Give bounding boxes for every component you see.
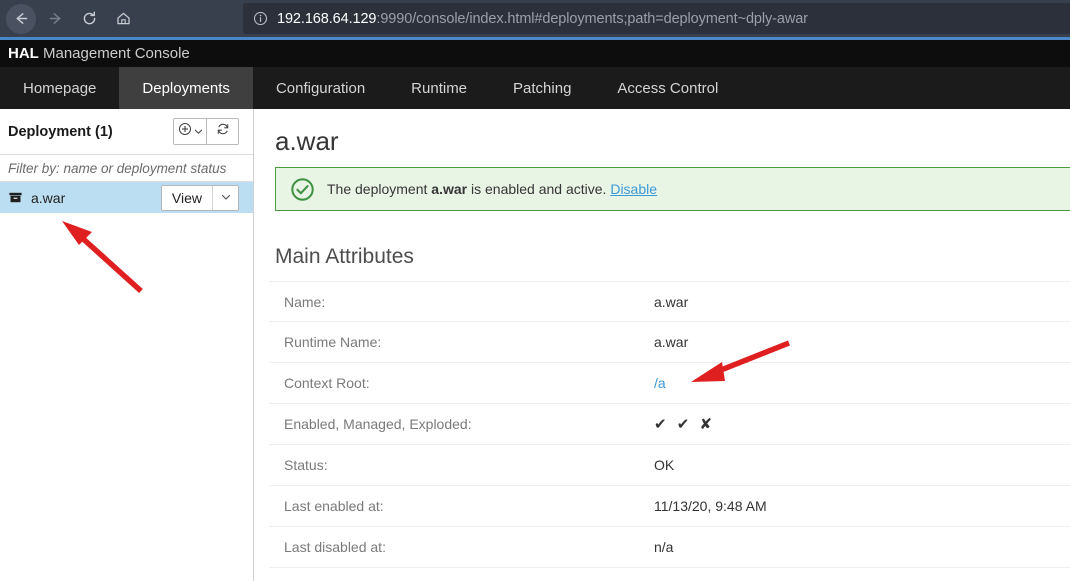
app-title-rest: Management Console [38,45,190,62]
section-title: Main Attributes [275,245,414,268]
view-deployment-button[interactable]: View [161,186,212,210]
attr-value-name: a.war [654,293,689,310]
table-row: Last disabled at: n/a [269,527,1070,568]
deployment-list-item[interactable]: a.war View [0,182,253,213]
attr-label-name: Name: [284,293,326,310]
tab-homepage[interactable]: Homepage [0,67,119,109]
attr-label-status: Status: [284,457,328,473]
app-header: HAL Management Console [0,40,1070,67]
back-arrow-icon [13,10,30,27]
deployment-sidebar: Deployment (1) a.war Vie [0,109,254,581]
page-title: a.war [275,126,339,156]
table-row: Runtime Name: a.war [269,322,1070,363]
reload-icon [81,10,98,27]
sidebar-toolbar [173,118,239,145]
deployment-item-actions: View [160,185,239,211]
sidebar-header: Deployment (1) [0,109,253,155]
tab-configuration[interactable]: Configuration [253,67,388,109]
forward-arrow-icon [47,10,64,27]
attr-value-runtime-name: a.war [654,334,689,350]
table-row: Last enabled at: 11/13/20, 9:48 AM [269,486,1070,527]
archive-box-icon [6,190,24,205]
tab-patching[interactable]: Patching [490,67,594,109]
filter-input[interactable] [6,159,253,177]
alert-deployment-name: a.war [431,181,468,197]
url-path: :9990/console/index.html#deployments;pat… [376,10,808,27]
attr-value-status: OK [654,457,675,473]
view-dropdown-button[interactable] [212,186,238,210]
back-button[interactable] [6,3,36,34]
table-row: Context Root: /a [269,363,1070,404]
deployment-filter[interactable] [0,155,253,182]
attr-label-enabled-managed-exploded: Enabled, Managed, Exploded: [284,416,472,432]
table-row: Enabled, Managed, Exploded: ✔ ✔ ✘ [269,404,1070,445]
url-host: 192.168.64.129 [277,10,377,27]
context-root-value[interactable]: /a [654,375,666,391]
attr-value-enabled-managed-exploded: ✔ ✔ ✘ [654,416,716,433]
attr-label-last-enabled-at: Last enabled at: [284,498,384,514]
check-circle-icon [290,177,315,202]
attr-label-context-root: Context Root: [284,375,370,391]
address-bar[interactable]: 192.168.64.129:9990/console/index.html#d… [243,3,1070,34]
browser-toolbar: 192.168.64.129:9990/console/index.html#d… [0,0,1070,37]
alert-text-after: is enabled and active. [467,181,611,197]
deployment-item-label: a.war [31,189,66,206]
deployment-detail-panel: a.war The deployment a.war is enabled an… [255,109,1070,581]
attr-label-last-disabled-at: Last disabled at: [284,539,386,555]
app-brand: HAL [8,45,39,62]
table-row: Name: a.war [269,281,1070,322]
app-title: HAL Management Console [8,45,190,62]
table-row: Status: OK [269,445,1070,486]
add-deployment-button[interactable] [174,119,206,144]
attr-label-runtime-name: Runtime Name: [284,334,382,350]
refresh-deployments-button[interactable] [206,119,238,144]
attr-value-last-enabled-at: 11/13/20, 9:48 AM [654,498,767,514]
refresh-icon [216,122,230,141]
main-navigation-tabs: Homepage Deployments Configuration Runti… [0,67,1070,109]
home-button[interactable] [108,4,138,34]
tab-deployments[interactable]: Deployments [119,67,253,109]
reload-button[interactable] [74,4,104,34]
tab-runtime[interactable]: Runtime [388,67,490,109]
browser-nav-buttons [0,3,140,34]
sidebar-title: Deployment (1) [8,123,113,140]
tab-access-control[interactable]: Access Control [594,67,741,109]
circle-plus-icon [178,122,192,141]
chevron-down-icon [221,189,231,207]
status-alert: The deployment a.war is enabled and acti… [275,167,1070,211]
home-icon [115,10,132,27]
alert-text-before: The deployment [327,181,432,197]
url-text: 192.168.64.129:9990/console/index.html#d… [277,11,808,27]
attr-value-last-disabled-at: n/a [654,539,674,555]
forward-button[interactable] [40,4,70,34]
info-circle-icon[interactable] [253,11,268,26]
disable-link[interactable]: Disable [610,181,657,197]
chevron-down-icon [194,123,203,141]
main-attributes-table: Name: a.war Runtime Name: a.war Context … [269,281,1070,568]
status-alert-text: The deployment a.war is enabled and acti… [327,181,657,197]
